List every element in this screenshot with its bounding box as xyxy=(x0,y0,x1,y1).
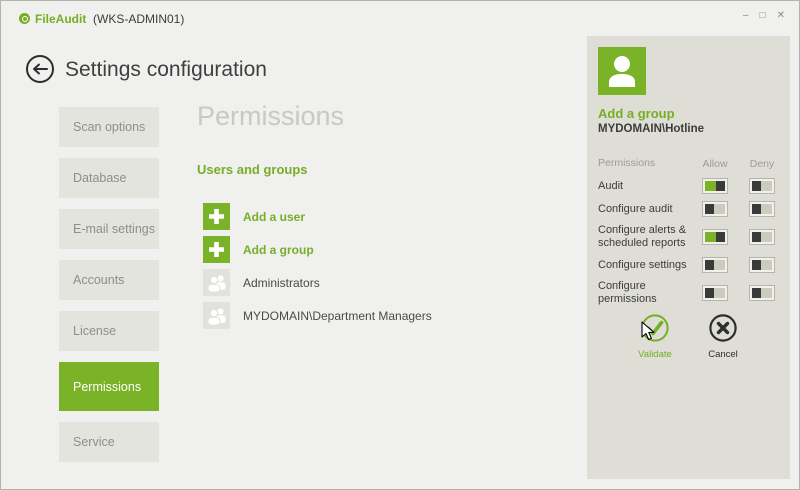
group-people-icon xyxy=(203,269,230,296)
permissions-table-header: Permissions Allow Deny xyxy=(598,157,779,170)
add-user-label: Add a user xyxy=(243,210,305,224)
validate-label: Validate xyxy=(625,349,685,360)
maximize-button[interactable]: □ xyxy=(760,9,766,23)
group-people-icon xyxy=(203,302,230,329)
validate-button[interactable]: Validate xyxy=(625,313,685,360)
toggle-configure-alerts-deny[interactable] xyxy=(749,229,775,245)
window-controls: – □ ✕ xyxy=(743,9,785,23)
host-title: (WKS-ADMIN01) xyxy=(93,12,184,26)
validate-check-icon xyxy=(640,313,670,343)
sidebar-item-permissions[interactable]: Permissions xyxy=(59,362,159,411)
title-bar: FileAudit (WKS-ADMIN01) – □ ✕ xyxy=(1,1,799,35)
back-button[interactable] xyxy=(26,55,54,83)
sidebar-item-license[interactable]: License xyxy=(59,311,159,351)
sidebar: Scan options Database E-mail settings Ac… xyxy=(59,107,159,473)
group-label: Administrators xyxy=(243,276,320,290)
add-group-label: Add a group xyxy=(243,243,314,257)
group-label: MYDOMAIN\Department Managers xyxy=(243,309,432,323)
cancel-label: Cancel xyxy=(693,349,753,360)
perm-row-configure-permissions: Configure permissions xyxy=(598,280,779,306)
add-plus-icon xyxy=(203,236,230,263)
col-deny: Deny xyxy=(749,158,775,170)
sidebar-item-email-settings[interactable]: E-mail settings xyxy=(59,209,159,249)
cancel-x-icon xyxy=(708,313,738,343)
panel-target-name: MYDOMAIN\Hotline xyxy=(598,123,779,135)
perm-row-configure-alerts: Configure alerts & scheduled reports xyxy=(598,224,779,250)
panel-buttons: Validate Cancel xyxy=(587,313,790,373)
toggle-configure-settings-deny[interactable] xyxy=(749,257,775,273)
col-allow: Allow xyxy=(702,158,728,170)
page-title: Settings configuration xyxy=(65,58,267,82)
fileaudit-window: FileAudit (WKS-ADMIN01) – □ ✕ Settings c… xyxy=(0,0,800,490)
fileaudit-logo-icon xyxy=(19,13,30,24)
col-permissions: Permissions xyxy=(598,157,700,170)
sidebar-item-service[interactable]: Service xyxy=(59,422,159,462)
users-and-groups-heading: Users and groups xyxy=(197,162,308,177)
toggle-configure-permissions-allow[interactable] xyxy=(702,285,728,301)
toggle-configure-alerts-allow[interactable] xyxy=(702,229,728,245)
users-groups-list: Add a user Add a group Administrators xyxy=(203,203,432,335)
toggle-configure-audit-deny[interactable] xyxy=(749,201,775,217)
group-row-administrators[interactable]: Administrators xyxy=(203,269,432,296)
permissions-table: Permissions Allow Deny Audit Configure a… xyxy=(598,157,779,306)
toggle-configure-settings-allow[interactable] xyxy=(702,257,728,273)
perm-row-configure-audit: Configure audit xyxy=(598,201,779,217)
toggle-audit-allow[interactable] xyxy=(702,178,728,194)
close-button[interactable]: ✕ xyxy=(777,9,785,23)
add-group-detail-panel: Add a group MYDOMAIN\Hotline Permissions… xyxy=(587,36,790,479)
sidebar-item-database[interactable]: Database xyxy=(59,158,159,198)
perm-row-audit: Audit xyxy=(598,178,779,194)
back-arrow-icon xyxy=(32,63,48,75)
minimize-button[interactable]: – xyxy=(743,9,749,23)
panel-action-title: Add a group xyxy=(598,106,779,121)
toggle-configure-audit-allow[interactable] xyxy=(702,201,728,217)
toggle-audit-deny[interactable] xyxy=(749,178,775,194)
sidebar-item-accounts[interactable]: Accounts xyxy=(59,260,159,300)
group-row-department-managers[interactable]: MYDOMAIN\Department Managers xyxy=(203,302,432,329)
group-avatar-icon xyxy=(598,47,646,95)
add-plus-icon xyxy=(203,203,230,230)
section-heading-permissions: Permissions xyxy=(197,101,344,132)
perm-row-configure-settings: Configure settings xyxy=(598,257,779,273)
app-title: FileAudit xyxy=(35,12,86,26)
cancel-button[interactable]: Cancel xyxy=(693,313,753,360)
add-group-button[interactable]: Add a group xyxy=(203,236,432,263)
add-user-button[interactable]: Add a user xyxy=(203,203,432,230)
toggle-configure-permissions-deny[interactable] xyxy=(749,285,775,301)
sidebar-item-scan-options[interactable]: Scan options xyxy=(59,107,159,147)
